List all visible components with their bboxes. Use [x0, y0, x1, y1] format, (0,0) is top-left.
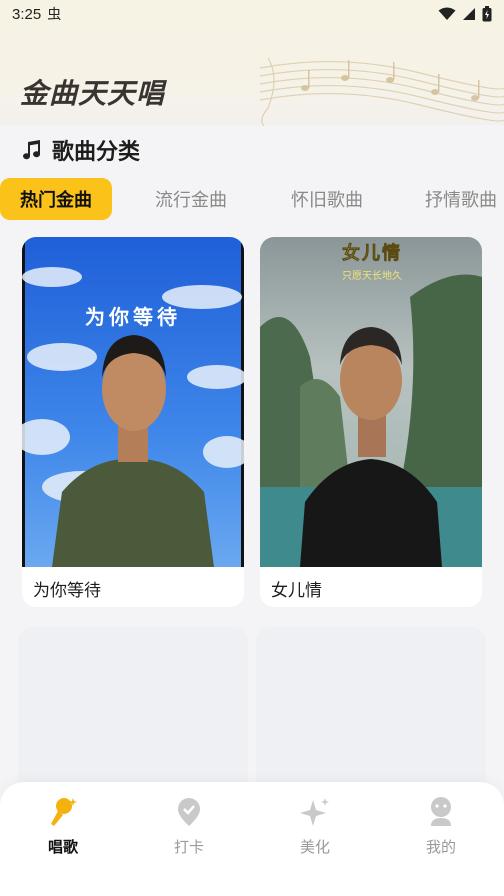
song-title: 女儿情: [271, 581, 322, 601]
tab-pop-songs[interactable]: 流行金曲: [138, 178, 244, 220]
sparkle-icon: [300, 798, 329, 826]
music-staff-decoration: [259, 57, 504, 126]
nav-item-beautify[interactable]: 美化: [275, 796, 355, 857]
nav-item-checkin[interactable]: 打卡: [149, 796, 229, 857]
nav-label: 美化: [299, 838, 330, 856]
music-note-icon: [23, 140, 41, 160]
status-bar: 3:25 虫: [0, 0, 504, 28]
song-cover-image: [260, 237, 482, 567]
song-cover-image: [22, 237, 244, 567]
nav-label: 打卡: [173, 838, 204, 856]
tab-hot-songs[interactable]: 热门金曲: [0, 178, 112, 220]
battery-icon: [482, 6, 492, 22]
song-title: 为你等待: [33, 581, 101, 601]
bottom-navigation: 唱歌 打卡 美化 我的: [0, 782, 504, 896]
status-time: 3:25: [12, 5, 42, 23]
nav-item-profile[interactable]: 我的: [401, 796, 481, 857]
song-card[interactable]: 女儿情 只愿天长地久 女儿情: [260, 237, 482, 607]
status-indicators: [438, 6, 492, 22]
user-icon: [431, 797, 451, 826]
song-cover-subcaption: 只愿天长地久: [342, 271, 402, 282]
section-title: 歌曲分类: [52, 140, 141, 165]
song-card[interactable]: 为你等待 为你等待: [22, 237, 244, 607]
song-cover-caption: 女儿情: [342, 243, 402, 265]
section-header: 歌曲分类: [20, 134, 140, 166]
tab-nostalgic-songs[interactable]: 怀旧歌曲: [274, 178, 380, 220]
wifi-icon: [438, 7, 456, 20]
nav-label: 我的: [425, 838, 456, 856]
signal-icon: [463, 8, 475, 20]
location-pin-icon: [178, 798, 200, 826]
app-title: 金曲天天唱: [20, 77, 166, 110]
category-tabs: 热门金曲 流行金曲 怀旧歌曲 抒情歌曲: [0, 178, 504, 220]
song-card-placeholder: [256, 627, 486, 797]
nav-label: 唱歌: [47, 838, 78, 856]
notification-icon: 虫: [47, 7, 62, 23]
nav-item-sing[interactable]: 唱歌: [23, 796, 103, 857]
microphone-icon: [51, 798, 77, 826]
tab-lyrical-songs[interactable]: 抒情歌曲: [408, 178, 504, 220]
song-cover-caption: 为你等待: [85, 305, 181, 329]
song-card-placeholder: [18, 627, 248, 797]
